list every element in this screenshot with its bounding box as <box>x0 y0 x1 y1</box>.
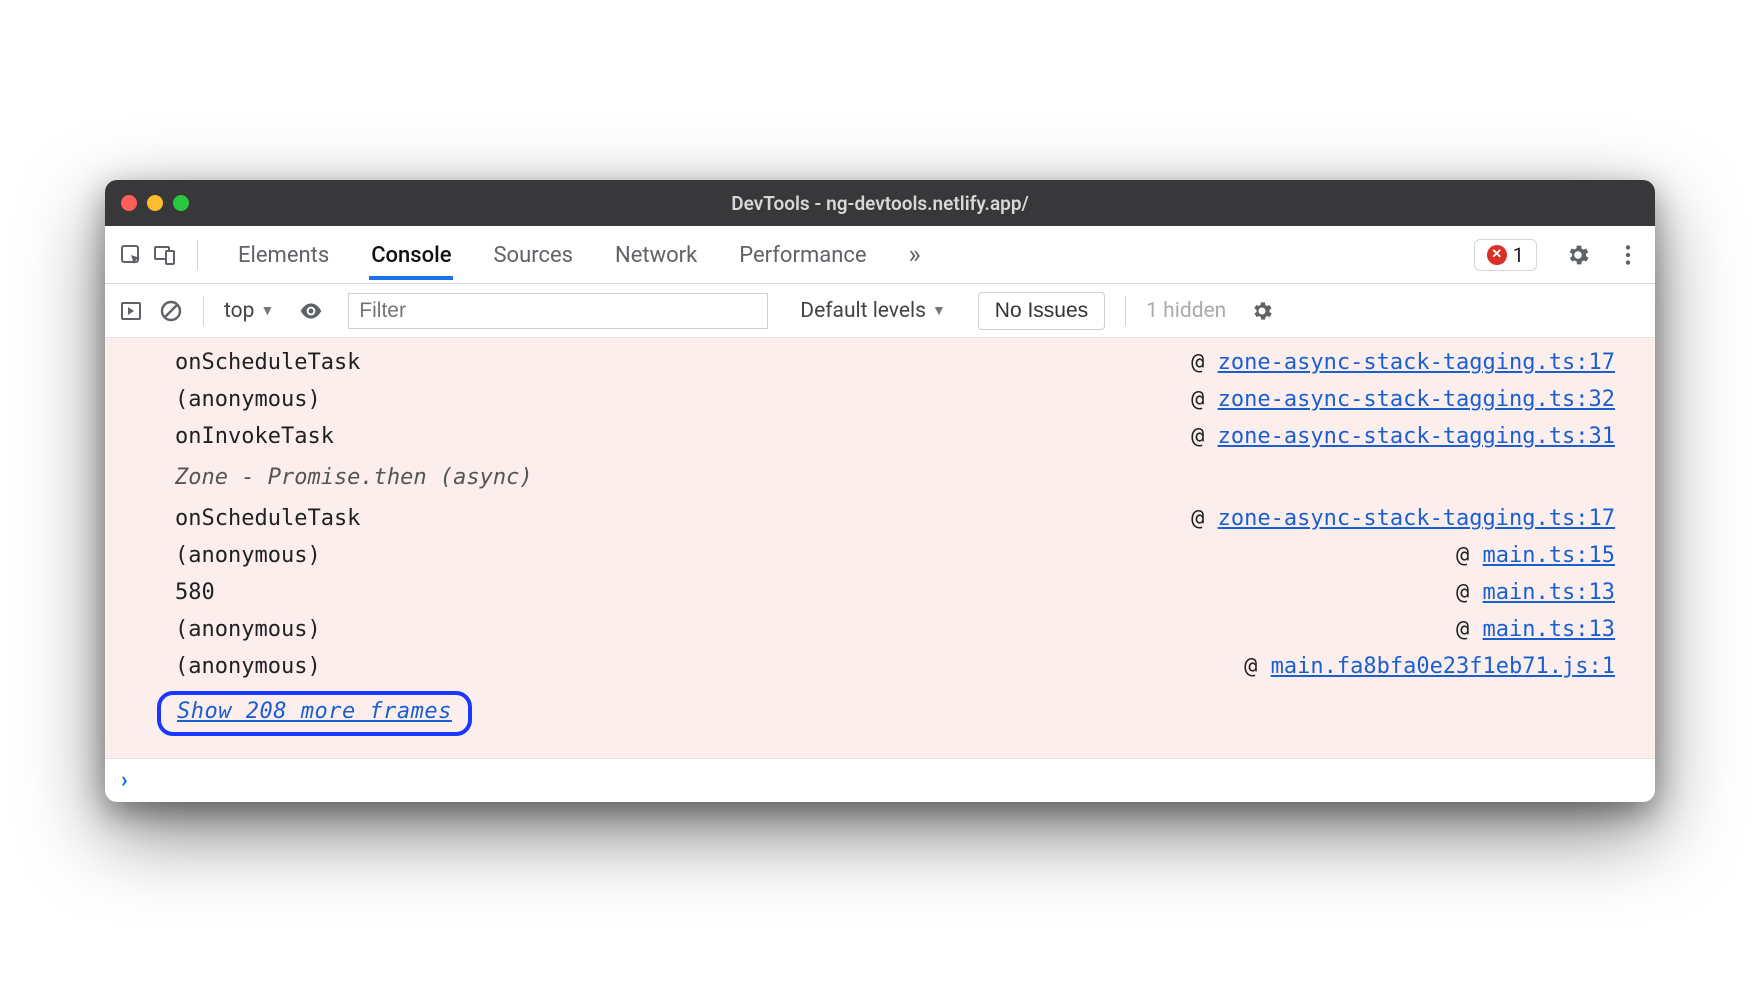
source-link[interactable]: zone-async-stack-tagging.ts:17 <box>1218 350 1615 375</box>
console-output: onScheduleTask @ zone-async-stack-tagging… <box>105 338 1655 758</box>
show-more-frames-link[interactable]: Show 208 more frames <box>177 699 452 724</box>
source-link[interactable]: main.ts:15 <box>1483 543 1615 568</box>
stack-source-location: @ main.ts:13 <box>1456 617 1615 642</box>
source-link[interactable]: main.fa8bfa0e23f1eb71.js:1 <box>1271 654 1615 679</box>
at-symbol: @ <box>1456 617 1483 642</box>
stack-source-location: @ zone-async-stack-tagging.ts:17 <box>1191 506 1615 531</box>
panel-tabs: Elements Console Sources Network Perform… <box>236 229 869 280</box>
divider <box>197 240 198 270</box>
error-count: 1 <box>1513 243 1524 267</box>
stack-source-location: @ zone-async-stack-tagging.ts:31 <box>1191 424 1615 449</box>
stack-function-name: onInvokeTask <box>175 424 334 449</box>
stack-function-name: onScheduleTask <box>175 350 360 375</box>
chevron-down-icon: ▼ <box>932 302 946 319</box>
device-toolbar-icon[interactable] <box>153 243 177 267</box>
divider <box>203 296 204 326</box>
at-symbol: @ <box>1191 424 1218 449</box>
settings-gear-icon[interactable] <box>1565 242 1591 268</box>
execution-context-dropdown[interactable]: top ▼ <box>224 299 274 323</box>
main-tabbar: Elements Console Sources Network Perform… <box>105 226 1655 284</box>
stack-function-name: (anonymous) <box>175 387 321 412</box>
window-title: DevTools - ng-devtools.netlify.app/ <box>105 192 1655 215</box>
stack-frame-row: 580 @ main.ts:13 <box>105 574 1655 611</box>
window-controls <box>121 195 189 211</box>
show-more-frames-highlight: Show 208 more frames <box>157 691 472 736</box>
console-toolbar: top ▼ Default levels ▼ No Issues 1 hidde… <box>105 284 1655 338</box>
error-count-badge[interactable]: ✕ 1 <box>1474 239 1537 271</box>
stack-function-name: (anonymous) <box>175 543 321 568</box>
source-link[interactable]: zone-async-stack-tagging.ts:32 <box>1218 387 1615 412</box>
at-symbol: @ <box>1456 543 1483 568</box>
stack-source-location: @ main.ts:15 <box>1456 543 1615 568</box>
context-label: top <box>224 299 254 323</box>
source-link[interactable]: main.ts:13 <box>1483 580 1615 605</box>
tab-sources[interactable]: Sources <box>491 229 575 280</box>
stack-frame-row: (anonymous) @ main.ts:15 <box>105 537 1655 574</box>
console-settings-gear-icon[interactable] <box>1250 299 1274 323</box>
stack-frame-row: (anonymous) @ zone-async-stack-tagging.ts… <box>105 381 1655 418</box>
at-symbol: @ <box>1191 387 1218 412</box>
stack-frame-row: onScheduleTask @ zone-async-stack-tagging… <box>105 344 1655 381</box>
filter-input[interactable] <box>348 293 768 329</box>
at-symbol: @ <box>1244 654 1271 679</box>
hidden-messages-label: 1 hidden <box>1146 299 1226 323</box>
stack-function-name: (anonymous) <box>175 654 321 679</box>
stack-source-location: @ zone-async-stack-tagging.ts:17 <box>1191 350 1615 375</box>
stack-frame-row: (anonymous) @ main.ts:13 <box>105 611 1655 648</box>
log-levels-dropdown[interactable]: Default levels ▼ <box>800 299 946 323</box>
stack-frame-row: onInvokeTask @ zone-async-stack-tagging.t… <box>105 418 1655 455</box>
prompt-caret-icon: › <box>121 768 128 793</box>
stack-source-location: @ main.fa8bfa0e23f1eb71.js:1 <box>1244 654 1615 679</box>
clear-console-icon[interactable] <box>159 299 183 323</box>
minimize-window-button[interactable] <box>147 195 163 211</box>
tab-elements[interactable]: Elements <box>236 229 331 280</box>
stack-frame-row: onScheduleTask @ zone-async-stack-tagging… <box>105 500 1655 537</box>
stack-source-location: @ zone-async-stack-tagging.ts:32 <box>1191 387 1615 412</box>
close-window-button[interactable] <box>121 195 137 211</box>
stack-function-name: (anonymous) <box>175 617 321 642</box>
source-link[interactable]: zone-async-stack-tagging.ts:31 <box>1218 424 1615 449</box>
tab-performance[interactable]: Performance <box>737 229 868 280</box>
live-expression-icon[interactable] <box>298 298 324 324</box>
console-prompt[interactable]: › <box>105 758 1655 802</box>
tab-console[interactable]: Console <box>369 229 453 280</box>
kebab-menu-icon[interactable] <box>1615 242 1641 268</box>
source-link[interactable]: main.ts:13 <box>1483 617 1615 642</box>
divider <box>1125 296 1126 326</box>
toggle-sidebar-icon[interactable] <box>119 299 143 323</box>
stack-function-name: 580 <box>175 580 215 605</box>
levels-label: Default levels <box>800 299 926 323</box>
maximize-window-button[interactable] <box>173 195 189 211</box>
at-symbol: @ <box>1456 580 1483 605</box>
stack-frame-row: (anonymous) @ main.fa8bfa0e23f1eb71.js:1 <box>105 648 1655 685</box>
issues-button[interactable]: No Issues <box>978 292 1105 330</box>
inspect-element-icon[interactable] <box>119 243 143 267</box>
stack-source-location: @ main.ts:13 <box>1456 580 1615 605</box>
async-boundary-label: Zone - Promise.then (async) <box>105 455 1655 500</box>
error-icon: ✕ <box>1487 245 1507 265</box>
tab-network[interactable]: Network <box>613 229 699 280</box>
titlebar: DevTools - ng-devtools.netlify.app/ <box>105 180 1655 226</box>
source-link[interactable]: zone-async-stack-tagging.ts:17 <box>1218 506 1615 531</box>
at-symbol: @ <box>1191 506 1218 531</box>
stack-function-name: onScheduleTask <box>175 506 360 531</box>
devtools-window: DevTools - ng-devtools.netlify.app/ Elem… <box>105 180 1655 802</box>
at-symbol: @ <box>1191 350 1218 375</box>
chevron-down-icon: ▼ <box>260 302 274 319</box>
tabs-overflow-icon[interactable]: » <box>909 240 921 270</box>
